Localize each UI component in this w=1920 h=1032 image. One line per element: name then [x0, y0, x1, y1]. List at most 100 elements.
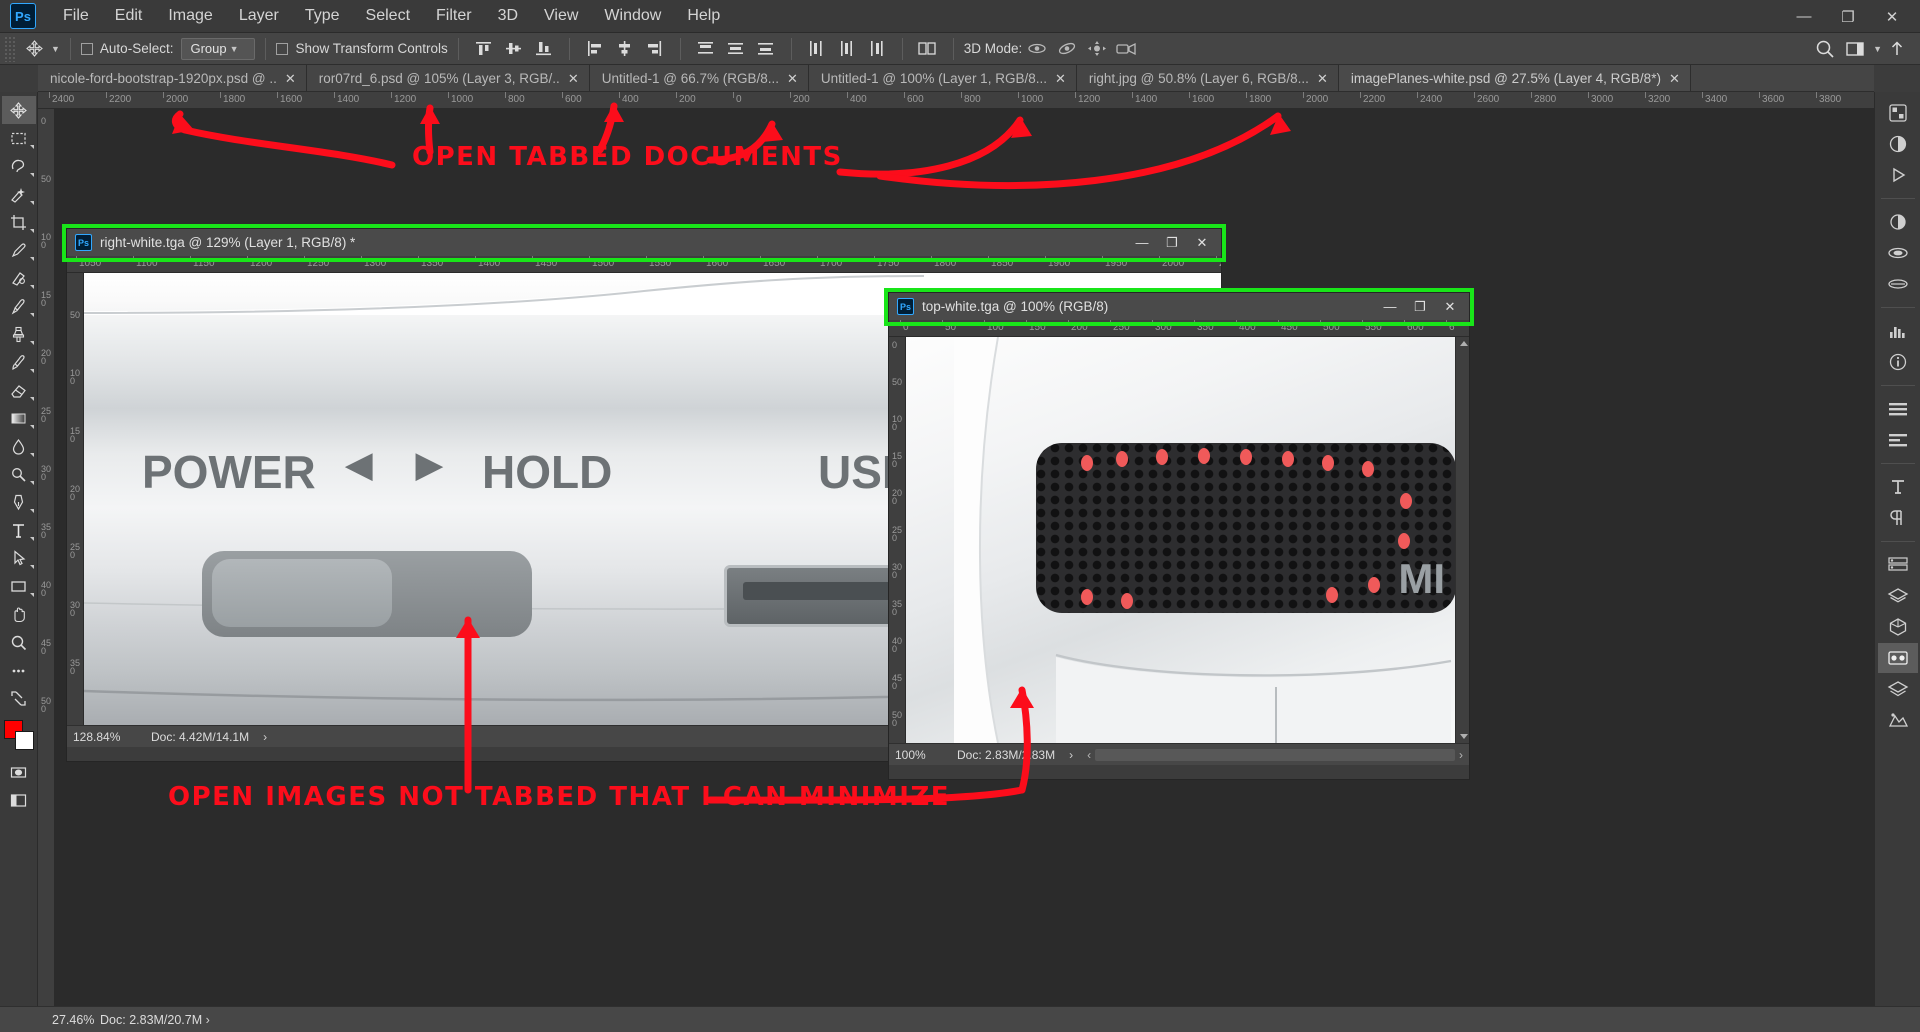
document-tab-untitled-1-100[interactable]: Untitled-1 @ 100% (Layer 1, RGB/8... ✕: [808, 65, 1077, 91]
path-selection-tool[interactable]: [2, 544, 36, 572]
document-window-top-white[interactable]: Ps top-white.tga @ 100% (RGB/8) — ❐ ✕ 0 5…: [888, 292, 1470, 780]
move-tool[interactable]: [1, 96, 36, 124]
search-icon[interactable]: [1812, 37, 1838, 61]
brushes-panel-icon[interactable]: [1878, 238, 1918, 268]
menu-file[interactable]: File: [50, 3, 102, 29]
properties-panel-icon[interactable]: [1878, 674, 1918, 704]
tab-close-icon[interactable]: ✕: [787, 72, 798, 85]
align-vertical-centers-icon[interactable]: [501, 37, 527, 61]
paths-panel-icon[interactable]: [1878, 425, 1918, 455]
minimize-button[interactable]: —: [1127, 231, 1157, 255]
clone-stamp-tool[interactable]: [2, 320, 36, 348]
menu-window[interactable]: Window: [591, 3, 674, 29]
menu-filter[interactable]: Filter: [423, 3, 485, 29]
actions-panel-icon[interactable]: [1878, 160, 1918, 190]
zoom-level[interactable]: 128.84%: [73, 730, 151, 744]
distribute-top-edges-icon[interactable]: [693, 37, 719, 61]
rectangular-marquee-tool[interactable]: [2, 124, 36, 152]
maximize-button[interactable]: ❐: [1405, 295, 1435, 319]
status-expand-icon[interactable]: ›: [1069, 748, 1073, 762]
image-canvas-top-white[interactable]: MI: [906, 337, 1455, 743]
screen-mode-tool[interactable]: [2, 786, 36, 814]
tab-close-icon[interactable]: ✕: [568, 72, 579, 85]
minimize-button[interactable]: —: [1782, 0, 1826, 33]
dodge-tool[interactable]: [2, 460, 36, 488]
window-vertical-ruler[interactable]: 50 100 150 200 250 300 350: [67, 273, 84, 725]
main-horizontal-ruler[interactable]: 2400 2200 2000 1800 1600 1400 1200 1000 800 600 40…: [38, 92, 1874, 109]
window-horizontal-ruler[interactable]: 0 50 100 150 200 250 300 350 400 450 500 550 600 6: [889, 320, 1469, 337]
color-panel-icon[interactable]: [1878, 98, 1918, 128]
move-tool-icon[interactable]: [20, 36, 48, 62]
document-tab-untitled-1-667[interactable]: Untitled-1 @ 66.7% (RGB/8... ✕: [589, 65, 809, 91]
eyedropper-tool[interactable]: [2, 236, 36, 264]
window-title-bar[interactable]: Ps right-white.tga @ 129% (Layer 1, RGB/…: [67, 229, 1221, 256]
brush-settings-icon[interactable]: [1878, 269, 1918, 299]
show-transform-checkbox[interactable]: [276, 42, 289, 55]
quick-selection-tool[interactable]: [2, 180, 36, 208]
hand-tool[interactable]: [2, 600, 36, 628]
layers-panel-icon[interactable]: [1878, 581, 1918, 611]
status-expand-icon[interactable]: ›: [206, 1013, 210, 1027]
main-vertical-ruler[interactable]: 0 50 100 150 200 250 300 350 400 450 500: [38, 109, 55, 1006]
rectangle-tool[interactable]: [2, 572, 36, 600]
spot-healing-brush-tool[interactable]: [2, 264, 36, 292]
styles-panel-icon[interactable]: [1878, 207, 1918, 237]
background-color-swatch[interactable]: [14, 731, 34, 750]
tab-close-icon[interactable]: ✕: [285, 72, 296, 85]
menu-help[interactable]: Help: [674, 3, 733, 29]
window-title-bar[interactable]: Ps top-white.tga @ 100% (RGB/8) — ❐ ✕: [889, 293, 1469, 320]
vertical-scrollbar[interactable]: [1455, 337, 1469, 743]
tab-close-icon[interactable]: ✕: [1055, 72, 1066, 85]
options-bar-grip[interactable]: [4, 35, 16, 62]
workspace-switcher-icon[interactable]: [1842, 37, 1868, 61]
distribute-right-edges-icon[interactable]: [864, 37, 890, 61]
eraser-tool[interactable]: [2, 376, 36, 404]
auto-align-layers-icon[interactable]: [915, 37, 941, 61]
distribute-vertical-centers-icon[interactable]: [723, 37, 749, 61]
character-panel-icon[interactable]: [1878, 472, 1918, 502]
canvas-area[interactable]: 2400 2200 2000 1800 1600 1400 1200 1000 800 600 40…: [38, 92, 1874, 1006]
window-vertical-ruler[interactable]: 0 50 100 150 200 250 300 350 400 450 500: [889, 337, 906, 743]
distribute-left-edges-icon[interactable]: [804, 37, 830, 61]
lasso-tool[interactable]: [2, 152, 36, 180]
histogram-panel-icon[interactable]: [1878, 316, 1918, 346]
zoom-level[interactable]: 100%: [895, 748, 957, 762]
align-horizontal-centers-icon[interactable]: [612, 37, 638, 61]
menu-image[interactable]: Image: [155, 3, 225, 29]
navigator-panel-icon[interactable]: [1878, 705, 1918, 735]
orbit-3d-icon[interactable]: [1024, 37, 1050, 61]
menu-type[interactable]: Type: [292, 3, 353, 29]
align-bottom-edges-icon[interactable]: [531, 37, 557, 61]
window-horizontal-ruler[interactable]: 1050 1100 1150 1200 1250 1300 1350 1400 1450 1500…: [67, 256, 1221, 273]
tab-close-icon[interactable]: ✕: [1317, 72, 1328, 85]
close-button[interactable]: ✕: [1435, 295, 1465, 319]
brush-tool[interactable]: [2, 292, 36, 320]
menu-layer[interactable]: Layer: [226, 3, 292, 29]
3d-panel-icon[interactable]: [1878, 612, 1918, 642]
tab-close-icon[interactable]: ✕: [1669, 72, 1680, 85]
menu-view[interactable]: View: [531, 3, 591, 29]
quick-mask-tool[interactable]: [2, 758, 36, 786]
show-transform-controls-option[interactable]: Show Transform Controls: [276, 41, 448, 56]
distribute-bottom-edges-icon[interactable]: [753, 37, 779, 61]
restore-button[interactable]: ❐: [1826, 0, 1870, 33]
zoom-tool[interactable]: [2, 628, 36, 656]
minimize-button[interactable]: —: [1375, 295, 1405, 319]
layer-comps-icon[interactable]: [1878, 550, 1918, 580]
auto-select-option[interactable]: Auto-Select: Group ▼: [80, 37, 256, 60]
color-swatches[interactable]: [2, 718, 36, 752]
zoom-camera-3d-icon[interactable]: [1114, 37, 1140, 61]
timeline-panel-icon[interactable]: [1877, 643, 1918, 673]
zoom-level[interactable]: 27.46%: [0, 1013, 100, 1027]
document-tab-nicole-ford-bootstrap[interactable]: nicole-ford-bootstrap-1920px.psd @ .. ✕: [38, 65, 307, 91]
crop-tool[interactable]: [2, 208, 36, 236]
slide-3d-icon[interactable]: [1084, 37, 1110, 61]
tool-preset-chevron-down-icon[interactable]: ▼: [51, 44, 60, 54]
document-tab-ror07rd-6[interactable]: ror07rd_6.psd @ 105% (Layer 3, RGB/.. ✕: [306, 65, 590, 91]
paragraph-panel-icon[interactable]: [1878, 503, 1918, 533]
close-button[interactable]: ✕: [1870, 0, 1914, 33]
history-brush-tool[interactable]: [2, 348, 36, 376]
document-tab-right-jpg[interactable]: right.jpg @ 50.8% (Layer 6, RGB/8... ✕: [1076, 65, 1339, 91]
align-right-edges-icon[interactable]: [642, 37, 668, 61]
menu-select[interactable]: Select: [353, 3, 423, 29]
